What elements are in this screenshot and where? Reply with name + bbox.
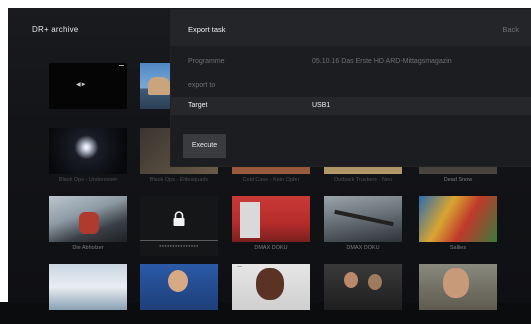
tile-caption: DMAX DOKU: [346, 245, 380, 251]
tile-caption: Die Abholzer: [72, 245, 104, 251]
face-shape: [368, 274, 382, 290]
thumbnail: [232, 264, 310, 310]
recording-tile[interactable]: Black Ops - Undercover: [49, 128, 127, 188]
recording-tile[interactable]: [419, 264, 497, 324]
thumbnail: [419, 264, 497, 310]
tile-caption: Cold Case - Kein Opfer: [242, 177, 300, 183]
archive-title: DR+ archive: [32, 25, 79, 34]
recording-tile[interactable]: [140, 264, 218, 324]
marker-icon: [119, 65, 124, 66]
thumbnail: [140, 196, 218, 242]
frame-left: [0, 0, 8, 302]
export-dialog: Export task Back Programme 05.10.16 Das …: [171, 10, 531, 166]
recording-tile[interactable]: Die Abholzer: [49, 196, 127, 256]
recording-tile[interactable]: [232, 264, 310, 324]
tile-caption: Black Ops - Undercover: [58, 177, 118, 183]
recording-tile[interactable]: DMAX DOKU: [232, 196, 310, 256]
recording-tile[interactable]: [49, 264, 127, 324]
face-shape: [168, 270, 188, 292]
tile-caption: ***************: [159, 245, 199, 251]
tile-caption: Black Ops - Elitesquads: [149, 177, 209, 183]
thumbnail: [324, 264, 402, 310]
hair-shape: [256, 268, 284, 300]
target-value[interactable]: USB1: [312, 102, 330, 109]
recording-tile[interactable]: [324, 264, 402, 324]
recording-tile[interactable]: ◀►: [49, 63, 127, 123]
recording-tile[interactable]: Sallies: [419, 196, 497, 256]
back-button[interactable]: Back: [502, 25, 519, 34]
tile-caption: Sallies: [449, 245, 467, 251]
target-label: Target: [188, 102, 208, 109]
face-shape: [344, 272, 358, 288]
lock-icon: [173, 211, 185, 226]
dialog-title: Export task: [188, 25, 226, 34]
thumbnail: ◀►: [49, 63, 127, 109]
locked-recording-tile[interactable]: ***************: [140, 196, 218, 256]
thumbnail: [419, 196, 497, 242]
thumbnail: [49, 264, 127, 310]
rock-shape: [148, 77, 170, 95]
dialog-header: Export task Back: [171, 10, 531, 46]
figure-shape: [79, 212, 99, 234]
rail-shape: [334, 209, 394, 227]
export-to-label: export to: [188, 82, 216, 89]
tile-underline: [140, 240, 218, 241]
thumbnail: [49, 128, 127, 174]
recording-tile[interactable]: DMAX DOKU: [324, 196, 402, 256]
marker-icon: [237, 266, 242, 267]
playback-icon: ◀►: [76, 82, 87, 88]
thumbnail: [232, 196, 310, 242]
tile-caption: DMAX DOKU: [254, 245, 288, 251]
thumbnail: [140, 264, 218, 310]
execute-button[interactable]: Execute: [183, 134, 226, 158]
tile-caption: Outback Truckers - Neu: [333, 177, 393, 183]
thumbnail: [324, 196, 402, 242]
target-row[interactable]: [171, 97, 531, 115]
tile-caption: Dead Snow: [443, 177, 473, 183]
programme-label: Programme: [188, 58, 225, 65]
programme-value: 05.10.16 Das Erste HD ARD-Mittagsmagazin: [312, 58, 452, 65]
thumbnail: [49, 196, 127, 242]
frame-top: [0, 0, 531, 8]
door-shape: [240, 202, 260, 238]
face-shape: [443, 268, 469, 298]
